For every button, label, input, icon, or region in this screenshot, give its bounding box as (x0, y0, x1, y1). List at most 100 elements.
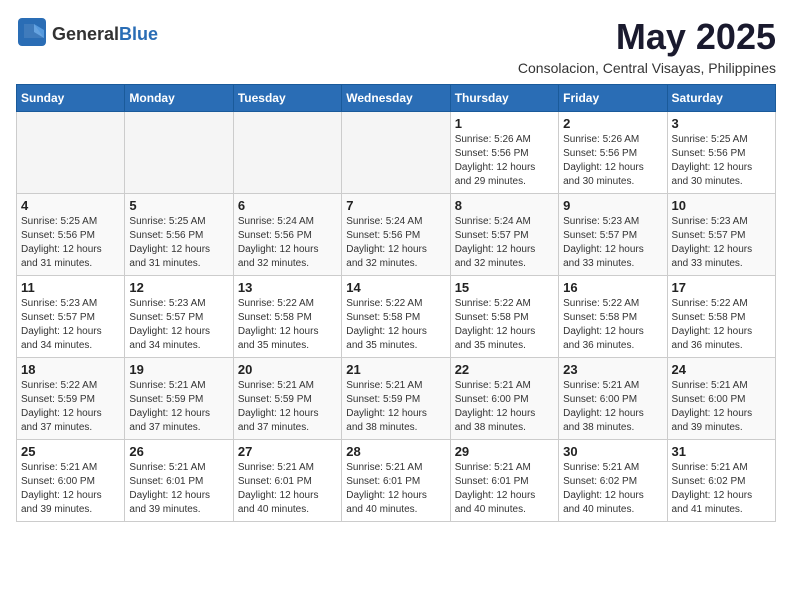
weekday-header-wednesday: Wednesday (342, 85, 450, 112)
day-info: Sunrise: 5:21 AMSunset: 6:00 PMDaylight:… (672, 379, 771, 435)
weekday-header-tuesday: Tuesday (233, 85, 341, 112)
calendar-cell: 17 Sunrise: 5:22 AMSunset: 5:58 PMDayligh… (667, 276, 775, 358)
calendar-cell: 21 Sunrise: 5:21 AMSunset: 5:59 PMDayligh… (342, 358, 450, 440)
calendar-cell (125, 112, 233, 194)
day-info: Sunrise: 5:21 AMSunset: 6:00 PMDaylight:… (21, 461, 120, 517)
day-number: 26 (129, 444, 228, 459)
calendar-cell: 26Sunrise: 5:21 AMSunset: 6:01 PMDayligh… (125, 440, 233, 522)
day-info: Sunrise: 5:25 AMSunset: 5:56 PMDaylight:… (21, 215, 120, 271)
day-info: Sunrise: 5:21 AMSunset: 6:01 PMDaylight:… (455, 461, 554, 517)
calendar-cell: 3Sunrise: 5:25 AMSunset: 5:56 PMDaylight… (667, 112, 775, 194)
day-number: 25 (21, 444, 120, 459)
calendar-cell: 25 Sunrise: 5:21 AMSunset: 6:00 PMDayligh… (17, 440, 125, 522)
day-info: Sunrise: 5:21 AMSunset: 6:00 PMDaylight:… (455, 379, 554, 435)
calendar-cell: 19Sunrise: 5:21 AMSunset: 5:59 PMDayligh… (125, 358, 233, 440)
calendar-week-row: 11 Sunrise: 5:23 AMSunset: 5:57 PMDayligh… (17, 276, 776, 358)
day-info: Sunrise: 5:21 AMSunset: 6:02 PMDaylight:… (563, 461, 662, 517)
calendar-cell: 18Sunrise: 5:22 AMSunset: 5:59 PMDayligh… (17, 358, 125, 440)
day-info: Sunrise: 5:22 AMSunset: 5:58 PMDaylight:… (563, 297, 662, 353)
day-number: 23 (563, 362, 662, 377)
day-number: 9 (563, 198, 662, 213)
calendar-cell: 30 Sunrise: 5:21 AMSunset: 6:02 PMDayligh… (559, 440, 667, 522)
logo-icon (16, 16, 48, 53)
calendar-week-row: 1 Sunrise: 5:26 AMSunset: 5:56 PMDaylight… (17, 112, 776, 194)
day-info: Sunrise: 5:23 AMSunset: 5:57 PMDaylight:… (21, 297, 120, 353)
day-number: 1 (455, 116, 554, 131)
calendar-cell: 29 Sunrise: 5:21 AMSunset: 6:01 PMDayligh… (450, 440, 558, 522)
day-number: 31 (672, 444, 771, 459)
day-number: 8 (455, 198, 554, 213)
day-number: 21 (346, 362, 445, 377)
weekday-header-friday: Friday (559, 85, 667, 112)
day-number: 13 (238, 280, 337, 295)
day-info: Sunrise: 5:26 AMSunset: 5:56 PMDaylight:… (455, 133, 554, 189)
day-number: 28 (346, 444, 445, 459)
calendar-cell: 12 Sunrise: 5:23 AMSunset: 5:57 PMDayligh… (125, 276, 233, 358)
day-number: 22 (455, 362, 554, 377)
calendar-cell: 24 Sunrise: 5:21 AMSunset: 6:00 PMDayligh… (667, 358, 775, 440)
calendar-cell: 27 Sunrise: 5:21 AMSunset: 6:01 PMDayligh… (233, 440, 341, 522)
weekday-header-saturday: Saturday (667, 85, 775, 112)
calendar-cell: 10Sunrise: 5:23 AMSunset: 5:57 PMDayligh… (667, 194, 775, 276)
day-info: Sunrise: 5:26 AMSunset: 5:56 PMDaylight:… (563, 133, 662, 189)
calendar-cell: 2 Sunrise: 5:26 AMSunset: 5:56 PMDaylight… (559, 112, 667, 194)
day-info: Sunrise: 5:21 AMSunset: 5:59 PMDaylight:… (346, 379, 445, 435)
day-number: 7 (346, 198, 445, 213)
page-header: GeneralBlue May 2025 Consolacion, Centra… (16, 16, 776, 76)
weekday-header-monday: Monday (125, 85, 233, 112)
title-area: May 2025 Consolacion, Central Visayas, P… (518, 16, 776, 76)
day-info: Sunrise: 5:22 AMSunset: 5:58 PMDaylight:… (238, 297, 337, 353)
day-info: Sunrise: 5:22 AMSunset: 5:58 PMDaylight:… (455, 297, 554, 353)
day-number: 18 (21, 362, 120, 377)
weekday-header-row: SundayMondayTuesdayWednesdayThursdayFrid… (17, 85, 776, 112)
day-number: 4 (21, 198, 120, 213)
day-info: Sunrise: 5:24 AMSunset: 5:56 PMDaylight:… (346, 215, 445, 271)
day-number: 11 (21, 280, 120, 295)
logo: GeneralBlue (16, 16, 158, 53)
calendar-cell: 9 Sunrise: 5:23 AMSunset: 5:57 PMDaylight… (559, 194, 667, 276)
day-number: 12 (129, 280, 228, 295)
day-number: 2 (563, 116, 662, 131)
day-info: Sunrise: 5:23 AMSunset: 5:57 PMDaylight:… (129, 297, 228, 353)
day-info: Sunrise: 5:22 AMSunset: 5:58 PMDaylight:… (346, 297, 445, 353)
calendar-cell: 11 Sunrise: 5:23 AMSunset: 5:57 PMDayligh… (17, 276, 125, 358)
day-number: 14 (346, 280, 445, 295)
calendar-week-row: 25 Sunrise: 5:21 AMSunset: 6:00 PMDayligh… (17, 440, 776, 522)
weekday-header-thursday: Thursday (450, 85, 558, 112)
calendar-cell (17, 112, 125, 194)
day-info: Sunrise: 5:21 AMSunset: 6:01 PMDaylight:… (238, 461, 337, 517)
day-number: 6 (238, 198, 337, 213)
calendar-cell: 15 Sunrise: 5:22 AMSunset: 5:58 PMDayligh… (450, 276, 558, 358)
calendar-cell: 14 Sunrise: 5:22 AMSunset: 5:58 PMDayligh… (342, 276, 450, 358)
day-number: 29 (455, 444, 554, 459)
logo-blue: Blue (119, 24, 158, 44)
day-number: 20 (238, 362, 337, 377)
day-number: 27 (238, 444, 337, 459)
calendar-table: SundayMondayTuesdayWednesdayThursdayFrid… (16, 84, 776, 522)
day-number: 17 (672, 280, 771, 295)
day-number: 24 (672, 362, 771, 377)
day-info: Sunrise: 5:21 AMSunset: 6:01 PMDaylight:… (346, 461, 445, 517)
calendar-cell: 22 Sunrise: 5:21 AMSunset: 6:00 PMDayligh… (450, 358, 558, 440)
day-info: Sunrise: 5:22 AMSunset: 5:58 PMDaylight:… (672, 297, 771, 353)
day-info: Sunrise: 5:21 AMSunset: 5:59 PMDaylight:… (129, 379, 228, 435)
day-number: 30 (563, 444, 662, 459)
day-info: Sunrise: 5:23 AMSunset: 5:57 PMDaylight:… (563, 215, 662, 271)
calendar-cell: 31 Sunrise: 5:21 AMSunset: 6:02 PMDayligh… (667, 440, 775, 522)
calendar-cell: 13 Sunrise: 5:22 AMSunset: 5:58 PMDayligh… (233, 276, 341, 358)
weekday-header-sunday: Sunday (17, 85, 125, 112)
calendar-cell: 1 Sunrise: 5:26 AMSunset: 5:56 PMDaylight… (450, 112, 558, 194)
day-info: Sunrise: 5:21 AMSunset: 6:00 PMDaylight:… (563, 379, 662, 435)
day-number: 5 (129, 198, 228, 213)
day-number: 10 (672, 198, 771, 213)
calendar-cell: 28 Sunrise: 5:21 AMSunset: 6:01 PMDayligh… (342, 440, 450, 522)
calendar-week-row: 18Sunrise: 5:22 AMSunset: 5:59 PMDayligh… (17, 358, 776, 440)
day-number: 15 (455, 280, 554, 295)
day-info: Sunrise: 5:24 AMSunset: 5:56 PMDaylight:… (238, 215, 337, 271)
logo-general: General (52, 24, 119, 44)
day-info: Sunrise: 5:25 AMSunset: 5:56 PMDaylight:… (672, 133, 771, 189)
calendar-cell: 8Sunrise: 5:24 AMSunset: 5:57 PMDaylight… (450, 194, 558, 276)
calendar-cell: 5Sunrise: 5:25 AMSunset: 5:56 PMDaylight… (125, 194, 233, 276)
calendar-cell: 23 Sunrise: 5:21 AMSunset: 6:00 PMDayligh… (559, 358, 667, 440)
day-info: Sunrise: 5:21 AMSunset: 6:02 PMDaylight:… (672, 461, 771, 517)
